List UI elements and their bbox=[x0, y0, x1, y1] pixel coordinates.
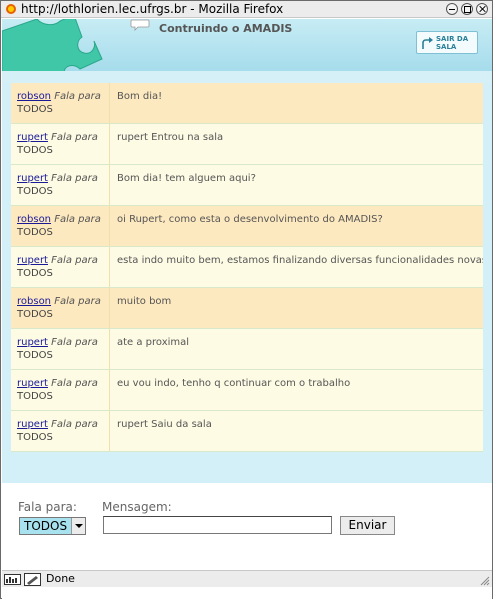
chevron-down-icon[interactable] bbox=[71, 518, 85, 534]
message-says-label: Fala para bbox=[51, 337, 98, 348]
message-text: Bom dia! tem alguem aqui? bbox=[117, 173, 256, 184]
recipient-label: Fala para: bbox=[18, 500, 77, 514]
message-sender-cell: rupert Fala para TODOS bbox=[11, 165, 110, 205]
message-recipient: TODOS bbox=[17, 391, 53, 402]
message-input[interactable] bbox=[103, 516, 332, 534]
window-controls bbox=[446, 3, 488, 15]
message-text: rupert Saiu da sala bbox=[117, 419, 212, 430]
message-says-label: Fala para bbox=[51, 419, 98, 430]
chat-area[interactable]: robson Fala para TODOS Bom dia! rupert Fala… bbox=[2, 83, 492, 483]
bottom-strip bbox=[2, 587, 492, 599]
firefox-icon bbox=[6, 4, 16, 14]
message-sender-cell: robson Fala para TODOS bbox=[11, 83, 110, 123]
message-sender-cell: rupert Fala para TODOS bbox=[11, 247, 110, 287]
message-says-label: Fala para bbox=[51, 378, 98, 389]
send-button[interactable]: Enviar bbox=[340, 516, 395, 535]
message-recipient: TODOS bbox=[17, 145, 53, 156]
status-text: Done bbox=[46, 572, 75, 585]
close-button[interactable] bbox=[476, 3, 488, 15]
message-text: Bom dia! bbox=[117, 91, 163, 102]
message-user-link[interactable]: rupert bbox=[17, 419, 48, 430]
message-row: robson Fala para TODOS muito bom bbox=[11, 288, 483, 329]
message-recipient: TODOS bbox=[17, 309, 53, 320]
message-text: rupert Entrou na sala bbox=[117, 132, 224, 143]
recipient-select[interactable]: TODOS bbox=[19, 517, 86, 535]
message-row: robson Fala para TODOS oi Rupert, como est… bbox=[11, 206, 483, 247]
exit-room-label: SAIR DA SALA bbox=[436, 35, 469, 51]
message-says-label: Fala para bbox=[54, 296, 101, 307]
message-recipient: TODOS bbox=[17, 186, 53, 197]
message-form: Fala para: Mensagem: TODOS Enviar bbox=[2, 483, 492, 570]
message-says-label: Fala para bbox=[51, 173, 98, 184]
browser-window: http://lothlorien.lec.ufrgs.br - Mozilla… bbox=[0, 0, 493, 599]
message-user-link[interactable]: robson bbox=[17, 214, 51, 225]
message-user-link[interactable]: rupert bbox=[17, 132, 48, 143]
message-says-label: Fala para bbox=[54, 91, 101, 102]
message-row: rupert Fala para TODOS Bom dia! tem alguem… bbox=[11, 165, 483, 206]
message-recipient: TODOS bbox=[17, 104, 53, 115]
status-bar: Done bbox=[2, 570, 492, 587]
message-row: robson Fala para TODOS Bom dia! bbox=[11, 83, 483, 124]
connection-icon bbox=[4, 574, 21, 585]
room-header: Contruindo o AMADIS SAIR DA SALA bbox=[2, 19, 492, 85]
message-user-link[interactable]: robson bbox=[17, 91, 51, 102]
message-sender-cell: rupert Fala para TODOS bbox=[11, 411, 110, 451]
message-text: ate a proximal bbox=[117, 337, 190, 348]
message-recipient: TODOS bbox=[17, 350, 53, 361]
message-user-link[interactable]: rupert bbox=[17, 173, 48, 184]
message-sender-cell: robson Fala para TODOS bbox=[11, 206, 110, 246]
edit-icon[interactable] bbox=[24, 573, 41, 586]
message-sender-cell: rupert Fala para TODOS bbox=[11, 370, 110, 410]
message-recipient: TODOS bbox=[17, 432, 53, 443]
title-bar: http://lothlorien.lec.ufrgs.br - Mozilla… bbox=[1, 1, 492, 18]
resize-grip-icon[interactable] bbox=[478, 574, 490, 586]
maximize-button[interactable] bbox=[461, 3, 473, 15]
window-title: http://lothlorien.lec.ufrgs.br - Mozilla… bbox=[21, 2, 284, 16]
message-label: Mensagem: bbox=[102, 500, 172, 514]
message-recipient: TODOS bbox=[17, 268, 53, 279]
message-says-label: Fala para bbox=[54, 214, 101, 225]
message-sender-cell: robson Fala para TODOS bbox=[11, 288, 110, 328]
message-row: rupert Fala para TODOS esta indo muito bem… bbox=[11, 247, 483, 288]
message-text: muito bom bbox=[117, 296, 172, 307]
room-title: Contruindo o AMADIS bbox=[159, 22, 293, 35]
message-sender-cell: rupert Fala para TODOS bbox=[11, 329, 110, 369]
message-user-link[interactable]: rupert bbox=[17, 378, 48, 389]
message-user-link[interactable]: rupert bbox=[17, 255, 48, 266]
message-says-label: Fala para bbox=[51, 255, 98, 266]
message-row: rupert Fala para TODOS rupert Saiu da sala bbox=[11, 411, 483, 452]
message-row: rupert Fala para TODOS ate a proximal bbox=[11, 329, 483, 370]
chat-bubble-icon bbox=[130, 19, 150, 31]
header-band bbox=[2, 71, 492, 83]
message-text: eu vou indo, tenho q continuar com o tra… bbox=[117, 378, 351, 389]
message-says-label: Fala para bbox=[51, 132, 98, 143]
exit-arrow-icon bbox=[422, 37, 433, 49]
message-list: robson Fala para TODOS Bom dia! rupert Fala… bbox=[11, 83, 483, 452]
message-text: esta indo muito bem, estamos finalizando… bbox=[117, 255, 483, 266]
message-row: rupert Fala para TODOS eu vou indo, tenho … bbox=[11, 370, 483, 411]
message-sender-cell: rupert Fala para TODOS bbox=[11, 124, 110, 164]
message-text: oi Rupert, como esta o desenvolvimento d… bbox=[117, 214, 383, 225]
recipient-selected-value: TODOS bbox=[24, 519, 68, 533]
message-user-link[interactable]: rupert bbox=[17, 337, 48, 348]
minimize-button[interactable] bbox=[446, 3, 458, 15]
message-user-link[interactable]: robson bbox=[17, 296, 51, 307]
exit-room-button[interactable]: SAIR DA SALA bbox=[416, 31, 478, 54]
message-recipient: TODOS bbox=[17, 227, 53, 238]
message-row: rupert Fala para TODOS rupert Entrou na sa… bbox=[11, 124, 483, 165]
